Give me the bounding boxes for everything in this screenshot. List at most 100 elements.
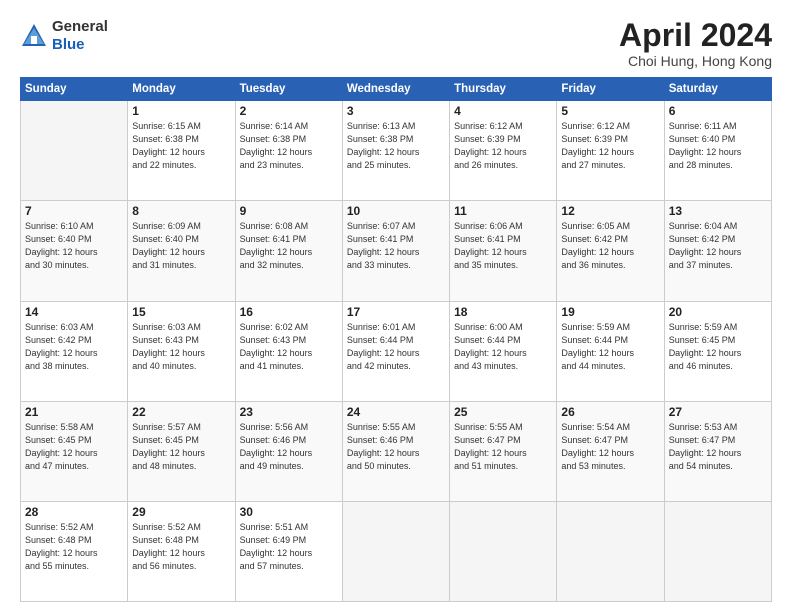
logo-general: General xyxy=(52,18,108,35)
day-info: Sunrise: 5:52 AM Sunset: 6:48 PM Dayligh… xyxy=(25,521,123,573)
calendar-cell: 29Sunrise: 5:52 AM Sunset: 6:48 PM Dayli… xyxy=(128,501,235,601)
calendar-cell: 5 Sunrise: 6:12 AM Sunset: 6:39 PM Daylig… xyxy=(557,101,664,201)
month-title: April 2024 xyxy=(619,18,772,53)
calendar-cell: 18 Sunrise: 6:00 AM Sunset: 6:44 PM Dayli… xyxy=(450,301,557,401)
calendar-cell: 20 Sunrise: 5:59 AM Sunset: 6:45 PM Dayli… xyxy=(664,301,771,401)
day-number: 5 xyxy=(561,104,659,118)
day-number: 2 xyxy=(240,104,338,118)
day-number: 9 xyxy=(240,204,338,218)
weekday-header-sunday: Sunday xyxy=(21,78,128,101)
calendar-cell: 10 Sunrise: 6:07 AM Sunset: 6:41 PM Dayli… xyxy=(342,201,449,301)
calendar-cell xyxy=(557,501,664,601)
calendar-cell: 7 Sunrise: 6:10 AM Sunset: 6:40 PM Daylig… xyxy=(21,201,128,301)
day-number: 3 xyxy=(347,104,445,118)
day-info: Sunrise: 6:01 AM Sunset: 6:44 PM Dayligh… xyxy=(347,321,445,373)
weekday-header-saturday: Saturday xyxy=(664,78,771,101)
day-info: Sunrise: 5:59 AM Sunset: 6:44 PM Dayligh… xyxy=(561,321,659,373)
day-info: Sunrise: 6:12 AM Sunset: 6:39 PM Dayligh… xyxy=(561,120,659,172)
day-number: 28 xyxy=(25,505,123,519)
calendar-cell: 24 Sunrise: 5:55 AM Sunset: 6:46 PM Dayli… xyxy=(342,401,449,501)
day-info: Sunrise: 6:04 AM Sunset: 6:42 PM Dayligh… xyxy=(669,220,767,272)
calendar-cell: 30 Sunrise: 5:51 AM Sunset: 6:49 PM Dayli… xyxy=(235,501,342,601)
calendar-cell: 14Sunrise: 6:03 AM Sunset: 6:42 PM Dayli… xyxy=(21,301,128,401)
day-info: Sunrise: 5:53 AM Sunset: 6:47 PM Dayligh… xyxy=(669,421,767,473)
day-info: Sunrise: 5:58 AM Sunset: 6:45 PM Dayligh… xyxy=(25,421,123,473)
day-number: 26 xyxy=(561,405,659,419)
day-info: Sunrise: 5:55 AM Sunset: 6:47 PM Dayligh… xyxy=(454,421,552,473)
day-info: Sunrise: 6:09 AM Sunset: 6:40 PM Dayligh… xyxy=(132,220,230,272)
calendar-cell: 1 Sunrise: 6:15 AM Sunset: 6:38 PM Daylig… xyxy=(128,101,235,201)
logo-icon xyxy=(20,22,48,50)
day-number: 23 xyxy=(240,405,338,419)
day-number: 18 xyxy=(454,305,552,319)
day-number: 30 xyxy=(240,505,338,519)
calendar-cell xyxy=(450,501,557,601)
calendar-cell xyxy=(21,101,128,201)
calendar-cell: 3 Sunrise: 6:13 AM Sunset: 6:38 PM Daylig… xyxy=(342,101,449,201)
week-row-4: 28 Sunrise: 5:52 AM Sunset: 6:48 PM Dayli… xyxy=(21,501,772,601)
day-info: Sunrise: 5:55 AM Sunset: 6:46 PM Dayligh… xyxy=(347,421,445,473)
weekday-header-wednesday: Wednesday xyxy=(342,78,449,101)
day-number: 21 xyxy=(25,405,123,419)
calendar-cell: 27 Sunrise: 5:53 AM Sunset: 6:47 PM Dayli… xyxy=(664,401,771,501)
week-row-0: 1 Sunrise: 6:15 AM Sunset: 6:38 PM Daylig… xyxy=(21,101,772,201)
calendar-cell: 15Sunrise: 6:03 AM Sunset: 6:43 PM Dayli… xyxy=(128,301,235,401)
day-number: 4 xyxy=(454,104,552,118)
day-number: 15 xyxy=(132,305,230,319)
logo: General Blue xyxy=(20,18,108,54)
header: General Blue April 2024 Choi Hung, Hong … xyxy=(20,18,772,69)
day-info: Sunrise: 6:07 AM Sunset: 6:41 PM Dayligh… xyxy=(347,220,445,272)
day-number: 19 xyxy=(561,305,659,319)
day-info: Sunrise: 6:12 AM Sunset: 6:39 PM Dayligh… xyxy=(454,120,552,172)
day-number: 16 xyxy=(240,305,338,319)
calendar-cell: 26Sunrise: 5:54 AM Sunset: 6:47 PM Dayli… xyxy=(557,401,664,501)
day-number: 25 xyxy=(454,405,552,419)
calendar-cell: 25 Sunrise: 5:55 AM Sunset: 6:47 PM Dayli… xyxy=(450,401,557,501)
calendar-cell xyxy=(664,501,771,601)
day-info: Sunrise: 6:13 AM Sunset: 6:38 PM Dayligh… xyxy=(347,120,445,172)
calendar-cell: 28 Sunrise: 5:52 AM Sunset: 6:48 PM Dayli… xyxy=(21,501,128,601)
day-info: Sunrise: 6:06 AM Sunset: 6:41 PM Dayligh… xyxy=(454,220,552,272)
calendar-cell: 13 Sunrise: 6:04 AM Sunset: 6:42 PM Dayli… xyxy=(664,201,771,301)
day-number: 7 xyxy=(25,204,123,218)
title-block: April 2024 Choi Hung, Hong Kong xyxy=(619,18,772,69)
weekday-header-row: SundayMondayTuesdayWednesdayThursdayFrid… xyxy=(21,78,772,101)
week-row-1: 7 Sunrise: 6:10 AM Sunset: 6:40 PM Daylig… xyxy=(21,201,772,301)
day-info: Sunrise: 6:00 AM Sunset: 6:44 PM Dayligh… xyxy=(454,321,552,373)
calendar-cell: 12 Sunrise: 6:05 AM Sunset: 6:42 PM Dayli… xyxy=(557,201,664,301)
calendar-cell: 11 Sunrise: 6:06 AM Sunset: 6:41 PM Dayli… xyxy=(450,201,557,301)
calendar-cell: 8 Sunrise: 6:09 AM Sunset: 6:40 PM Daylig… xyxy=(128,201,235,301)
logo-blue: Blue xyxy=(52,36,85,53)
day-info: Sunrise: 6:08 AM Sunset: 6:41 PM Dayligh… xyxy=(240,220,338,272)
day-number: 10 xyxy=(347,204,445,218)
calendar-cell: 23 Sunrise: 5:56 AM Sunset: 6:46 PM Dayli… xyxy=(235,401,342,501)
calendar-cell xyxy=(342,501,449,601)
day-info: Sunrise: 5:51 AM Sunset: 6:49 PM Dayligh… xyxy=(240,521,338,573)
day-info: Sunrise: 5:59 AM Sunset: 6:45 PM Dayligh… xyxy=(669,321,767,373)
weekday-header-monday: Monday xyxy=(128,78,235,101)
calendar-page: General Blue April 2024 Choi Hung, Hong … xyxy=(0,0,792,612)
day-number: 20 xyxy=(669,305,767,319)
day-info: Sunrise: 6:10 AM Sunset: 6:40 PM Dayligh… xyxy=(25,220,123,272)
day-info: Sunrise: 6:02 AM Sunset: 6:43 PM Dayligh… xyxy=(240,321,338,373)
day-info: Sunrise: 5:57 AM Sunset: 6:45 PM Dayligh… xyxy=(132,421,230,473)
calendar-cell: 6Sunrise: 6:11 AM Sunset: 6:40 PM Daylig… xyxy=(664,101,771,201)
day-number: 27 xyxy=(669,405,767,419)
location: Choi Hung, Hong Kong xyxy=(619,53,772,69)
day-number: 24 xyxy=(347,405,445,419)
day-number: 13 xyxy=(669,204,767,218)
day-info: Sunrise: 6:15 AM Sunset: 6:38 PM Dayligh… xyxy=(132,120,230,172)
calendar-cell: 22Sunrise: 5:57 AM Sunset: 6:45 PM Dayli… xyxy=(128,401,235,501)
calendar-cell: 4 Sunrise: 6:12 AM Sunset: 6:39 PM Daylig… xyxy=(450,101,557,201)
day-number: 12 xyxy=(561,204,659,218)
calendar-cell: 16 Sunrise: 6:02 AM Sunset: 6:43 PM Dayli… xyxy=(235,301,342,401)
day-info: Sunrise: 5:56 AM Sunset: 6:46 PM Dayligh… xyxy=(240,421,338,473)
calendar-cell: 2Sunrise: 6:14 AM Sunset: 6:38 PM Daylig… xyxy=(235,101,342,201)
calendar-cell: 19 Sunrise: 5:59 AM Sunset: 6:44 PM Dayli… xyxy=(557,301,664,401)
day-info: Sunrise: 6:05 AM Sunset: 6:42 PM Dayligh… xyxy=(561,220,659,272)
day-info: Sunrise: 6:11 AM Sunset: 6:40 PM Dayligh… xyxy=(669,120,767,172)
day-number: 1 xyxy=(132,104,230,118)
day-number: 8 xyxy=(132,204,230,218)
day-number: 11 xyxy=(454,204,552,218)
logo-text: General Blue xyxy=(52,18,108,54)
